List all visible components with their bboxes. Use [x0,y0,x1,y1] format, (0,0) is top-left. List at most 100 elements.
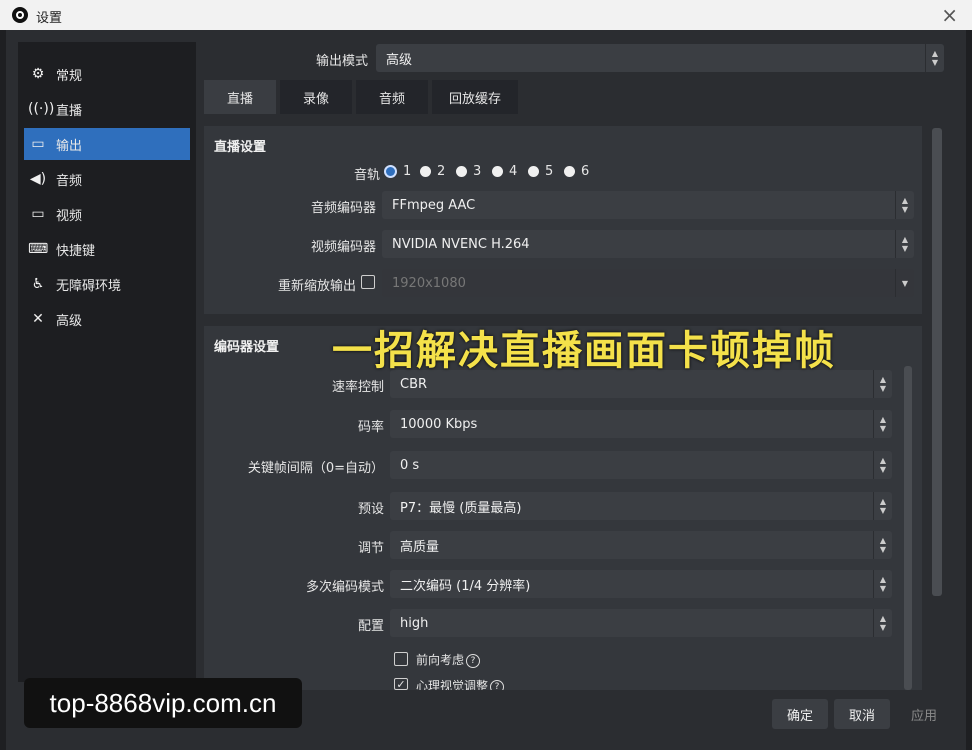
broadcast-icon: ((·)) [28,101,55,117]
sidebar-item-output[interactable]: ▭ 输出 [24,128,190,160]
audio-track-radio-3[interactable]: 3 [456,164,481,179]
rescale-checkbox[interactable] [361,275,375,289]
audio-track-radio-6[interactable]: 6 [564,164,589,179]
sidebar-item-label: 输出 [56,138,83,154]
sidebar-item-general[interactable]: ⚙ 常规 [24,58,190,90]
sidebar-item-label: 高级 [56,313,83,329]
profile-select[interactable]: high ▲ ▼ [390,609,892,637]
preset-value: P7：最慢 (质量最高) [400,500,522,516]
tab-audio[interactable]: 音频 [356,80,428,114]
rate-control-value: CBR [400,376,428,392]
sidebar-item-stream[interactable]: ((·)) 直播 [24,93,190,125]
tuning-label: 调节 [357,541,384,556]
ok-button[interactable]: 确定 [772,699,828,729]
accessibility-icon: ♿ [31,276,45,292]
rescale-value: 1920x1080 [392,275,466,291]
help-icon[interactable]: ? [490,679,505,690]
multipass-select[interactable]: 二次编码 (1/4 分辨率) ▲ ▼ [390,570,892,598]
sidebar-item-label: 视频 [56,208,83,224]
radio-label: 4 [509,164,518,179]
preset-select[interactable]: P7：最慢 (质量最高) ▲ ▼ [390,492,892,520]
section-title: 直播设置 [214,140,267,155]
tab-stream[interactable]: 直播 [204,80,276,114]
radio-label: 6 [581,164,590,179]
profile-value: high [400,615,429,631]
video-encoder-value: NVIDIA NVENC H.264 [392,236,530,252]
section-title: 编码器设置 [214,340,280,355]
audio-track-radio-4[interactable]: 4 [492,164,517,179]
video-encoder-select[interactable]: NVIDIA NVENC H.264 ▲ ▼ [382,230,914,258]
bitrate-spinbox[interactable]: 10000 Kbps ▲ ▼ [390,410,892,438]
audio-track-label: 音轨 [353,168,380,183]
spin-arrows-icon[interactable]: ▲ ▼ [873,410,892,438]
audio-encoder-select[interactable]: FFmpeg AAC ▲ ▼ [382,191,914,219]
video-encoder-label: 视频编码器 [310,240,376,255]
lookahead-text: 前向考虑 [416,653,465,667]
psycho-visual-checkbox[interactable]: ✓ [394,678,408,690]
keyframe-label: 关键帧间隔（0=自动） [247,461,384,476]
multipass-value: 二次编码 (1/4 分辨率) [400,578,531,594]
bitrate-value: 10000 Kbps [400,416,478,432]
lookahead-label: 前向考虑? [416,651,481,668]
audio-track-radio-5[interactable]: 5 [528,164,553,179]
tools-icon: ✕ [32,311,44,327]
speaker-icon: ◀) [29,171,47,187]
radio-label: 1 [403,164,412,179]
updown-icon: ▲ ▼ [873,492,892,520]
chevron-down-icon: ▼ [895,269,914,297]
monitor-icon: ▭ [31,206,45,222]
sidebar-item-hotkeys[interactable]: ⌨ 快捷键 [24,233,190,265]
bitrate-label: 码率 [357,420,384,435]
updown-icon: ▲ ▼ [895,191,914,219]
help-icon[interactable]: ? [466,653,481,668]
updown-icon: ▲ ▼ [873,531,892,559]
watermark-banner: top-8868vip.com.cn [24,678,302,728]
psycho-visual-label: 心理视觉调整? [416,677,505,690]
radio-label: 5 [545,164,554,179]
lookahead-checkbox[interactable] [394,652,408,666]
keyboard-icon: ⌨ [28,241,49,257]
sidebar: ⚙ 常规 ((·)) 直播 ▭ 输出 ◀) 音频 ▭ 视频 ⌨ 快捷键 ♿ 无障… [18,42,196,682]
audio-encoder-label: 音频编码器 [310,201,376,216]
keyframe-value: 0 s [400,457,420,473]
gear-icon: ⚙ [31,66,45,82]
sidebar-item-label: 常规 [56,68,83,84]
updown-icon: ▲ ▼ [925,44,944,72]
keyframe-spinbox[interactable]: 0 s ▲ ▼ [390,451,892,479]
window-title: 设置 [36,11,63,26]
output-mode-value: 高级 [386,52,413,68]
psycho-visual-text: 心理视觉调整 [416,679,489,690]
apply-button[interactable]: 应用 [896,699,952,729]
audio-track-radio-2[interactable]: 2 [420,164,445,179]
multipass-label: 多次编码模式 [305,580,384,595]
cancel-button[interactable]: 取消 [834,699,890,729]
title-bar: 设置 × [0,0,972,30]
output-mode-select[interactable]: 高级 ▲ ▼ [376,44,944,72]
updown-icon: ▲ ▼ [873,370,892,398]
settings-scrollbar[interactable] [932,128,942,596]
sidebar-item-audio[interactable]: ◀) 音频 [24,163,190,195]
tuning-select[interactable]: 高质量 ▲ ▼ [390,531,892,559]
audio-track-radio-1[interactable]: 1 [384,164,411,179]
encoder-scrollbar[interactable] [904,366,912,690]
stream-settings-panel: 直播设置 音轨 1 2 3 4 5 6 音频编码器 FFmpeg AAC ▲ ▼ … [204,126,922,314]
tab-replay-buffer[interactable]: 回放缓存 [432,80,518,114]
output-icon: ▭ [31,136,45,152]
sidebar-item-advanced[interactable]: ✕ 高级 [24,303,190,335]
sidebar-item-label: 无障碍环境 [56,278,122,294]
spin-arrows-icon[interactable]: ▲ ▼ [873,451,892,479]
rescale-label: 重新缩放输出 [277,279,356,294]
close-icon[interactable]: × [941,3,958,27]
sidebar-item-label: 直播 [56,103,83,119]
radio-label: 3 [473,164,482,179]
updown-icon: ▲ ▼ [895,230,914,258]
sidebar-item-video[interactable]: ▭ 视频 [24,198,190,230]
radio-label: 2 [437,164,446,179]
sidebar-item-accessibility[interactable]: ♿ 无障碍环境 [24,268,190,300]
updown-icon: ▲ ▼ [873,570,892,598]
encoder-settings-panel: 编码器设置 速率控制 CBR ▲ ▼ 码率 10000 Kbps ▲ ▼ 关键帧间隔… [204,326,922,690]
tab-recording[interactable]: 录像 [280,80,352,114]
rescale-resolution-select[interactable]: 1920x1080 ▼ [382,269,914,297]
profile-label: 配置 [357,619,384,634]
updown-icon: ▲ ▼ [873,609,892,637]
